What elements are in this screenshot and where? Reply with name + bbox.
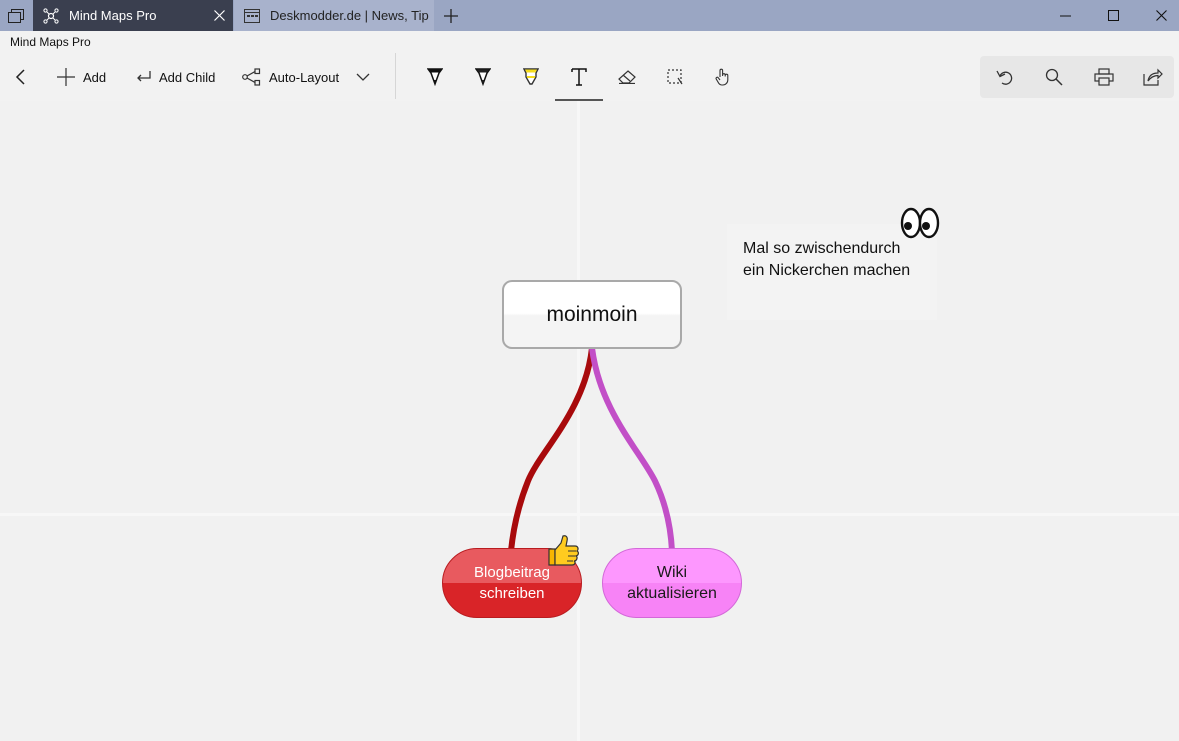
auto-layout-label: Auto-Layout <box>269 69 340 85</box>
root-node[interactable]: moinmoin <box>502 280 682 349</box>
share-nodes-icon <box>242 68 261 86</box>
connector-wiki <box>589 345 675 554</box>
toolbar-divider <box>395 53 396 99</box>
child-node-label: Wiki aktualisieren <box>627 564 717 602</box>
plus-icon[interactable] <box>436 0 466 31</box>
tab-title: Mind Maps Pro <box>69 8 157 23</box>
pen-black-icon[interactable] <box>411 53 459 101</box>
text-tool-icon[interactable] <box>555 53 603 101</box>
minimize-icon[interactable] <box>1041 0 1089 31</box>
thumbs-up-icon[interactable] <box>546 534 580 568</box>
plus-icon <box>57 68 75 86</box>
tab-title: Deskmodder.de | News, Tip <box>270 8 429 23</box>
close-tab-icon[interactable] <box>205 0 233 31</box>
return-arrow-icon <box>136 71 151 83</box>
auto-layout-button[interactable]: Auto-Layout <box>242 53 339 101</box>
lasso-select-icon[interactable] <box>651 53 699 101</box>
chevron-down-icon[interactable] <box>356 53 370 101</box>
add-child-button[interactable]: Add Child <box>136 53 215 101</box>
title-bar: Mind Maps Pro Deskmodder.de | News, Tip <box>0 0 1179 31</box>
close-icon[interactable] <box>1137 0 1179 31</box>
share-icon[interactable] <box>1130 56 1176 98</box>
child-node-wiki[interactable]: Wiki aktualisieren <box>602 548 742 618</box>
print-icon[interactable] <box>1081 56 1127 98</box>
connector-lines <box>508 345 675 554</box>
mindmap-canvas[interactable]: moinmoin Blogbeitrag schreiben Wiki aktu… <box>0 101 1179 741</box>
root-node-label: moinmoin <box>546 302 638 326</box>
pen-dark-icon[interactable] <box>459 53 507 101</box>
webpage-icon <box>244 8 260 24</box>
touch-hand-icon[interactable] <box>699 53 747 101</box>
tab-mind-maps-pro[interactable]: Mind Maps Pro <box>33 0 233 31</box>
eyes-icon[interactable] <box>900 206 940 240</box>
highlighter-yellow-icon[interactable] <box>507 53 555 101</box>
maximize-icon[interactable] <box>1089 0 1137 31</box>
undo-icon[interactable] <box>982 56 1028 98</box>
app-title: Mind Maps Pro <box>0 31 1179 53</box>
child-node-label: Blogbeitrag schreiben <box>474 564 550 602</box>
connector-blogbeitrag <box>508 345 595 554</box>
tab-deskmodder[interactable]: Deskmodder.de | News, Tip <box>234 0 434 31</box>
add-child-label: Add Child <box>159 69 216 85</box>
add-button[interactable]: Add <box>57 53 106 101</box>
back-arrow-icon[interactable] <box>8 53 32 101</box>
eraser-icon[interactable] <box>603 53 651 101</box>
tab-overview-icon[interactable] <box>0 0 32 31</box>
mind-map-app-icon <box>43 7 59 24</box>
search-icon[interactable] <box>1031 56 1077 98</box>
add-button-label: Add <box>83 69 107 85</box>
